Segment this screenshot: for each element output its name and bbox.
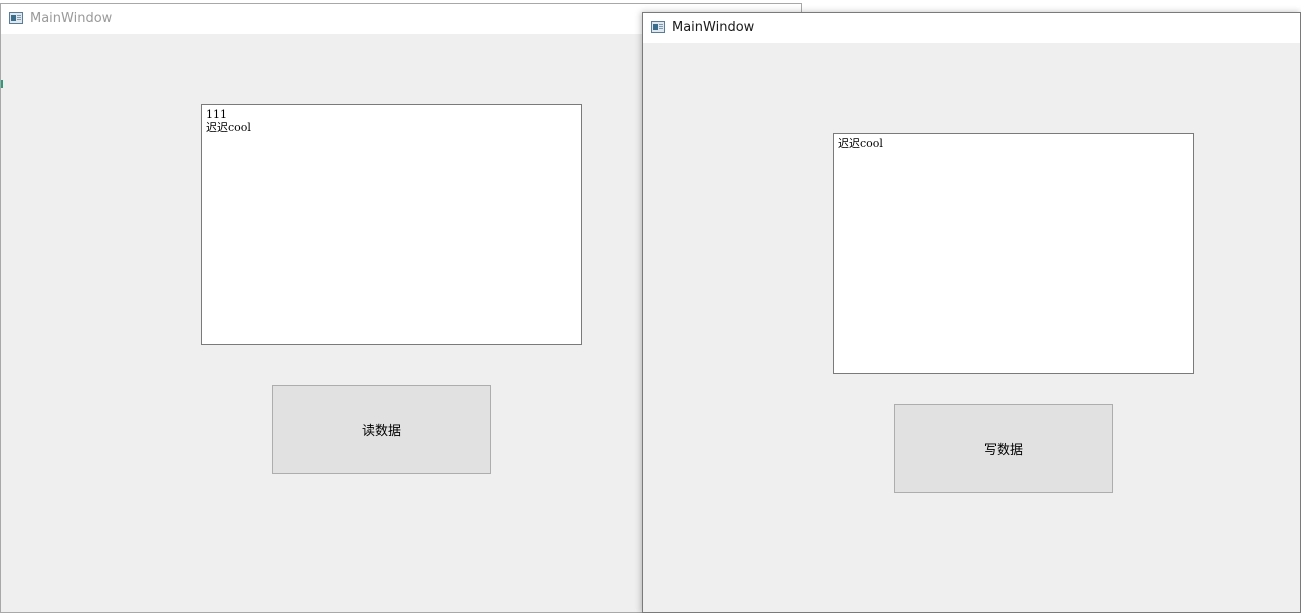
writer-main-window[interactable]: MainWindow 迟迟cool 写数据 xyxy=(642,12,1301,613)
read-data-button[interactable]: 读数据 xyxy=(272,385,491,474)
reader-text-line: 111 xyxy=(206,108,227,121)
edge-marker xyxy=(1,80,3,88)
writer-window-title: MainWindow xyxy=(672,20,755,35)
write-data-button-label: 写数据 xyxy=(983,443,1023,458)
write-data-button[interactable]: 写数据 xyxy=(894,404,1113,493)
app-window-icon xyxy=(9,12,23,24)
writer-text-edit[interactable]: 迟迟cool xyxy=(833,133,1194,374)
app-window-icon xyxy=(651,21,665,33)
reader-text-line: 迟迟cool xyxy=(206,121,251,134)
writer-title-bar[interactable]: MainWindow xyxy=(643,13,1300,43)
reader-text-edit[interactable]: 111 迟迟cool xyxy=(201,104,582,345)
writer-text-line: 迟迟cool xyxy=(838,137,883,150)
read-data-button-label: 读数据 xyxy=(361,424,401,439)
reader-window-title: MainWindow xyxy=(30,11,113,26)
